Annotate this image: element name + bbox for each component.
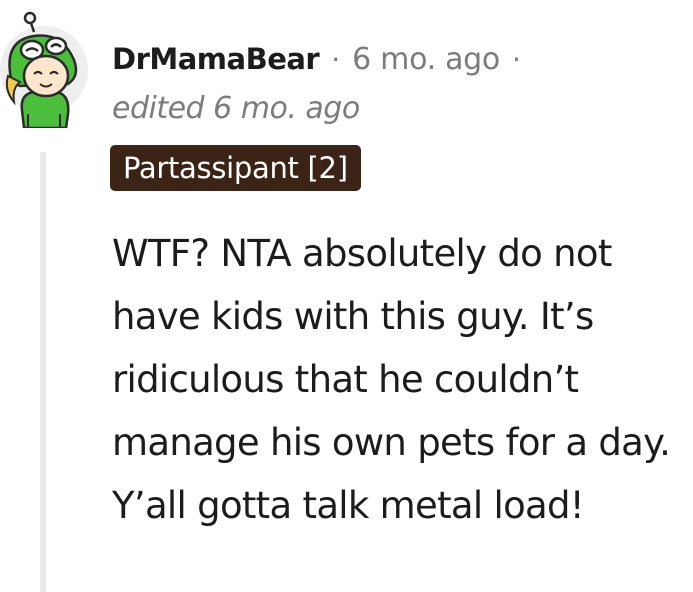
user-flair: Partassipant [2] (110, 145, 361, 191)
thread-line[interactable] (40, 152, 46, 592)
comment-header: DrMamaBear · 6 mo. ago · (112, 38, 533, 80)
avatar[interactable] (0, 10, 88, 130)
comment-timestamp[interactable]: 6 mo. ago (352, 42, 500, 77)
meta-separator: · (331, 42, 341, 76)
meta-separator: · (511, 42, 521, 76)
frog-hood-avatar-icon (0, 11, 88, 130)
edited-label: edited 6 mo. ago (112, 91, 360, 126)
author-username[interactable]: DrMamaBear (112, 42, 320, 76)
comment-body: WTF? NTA absolutely do not have kids wit… (112, 232, 671, 527)
